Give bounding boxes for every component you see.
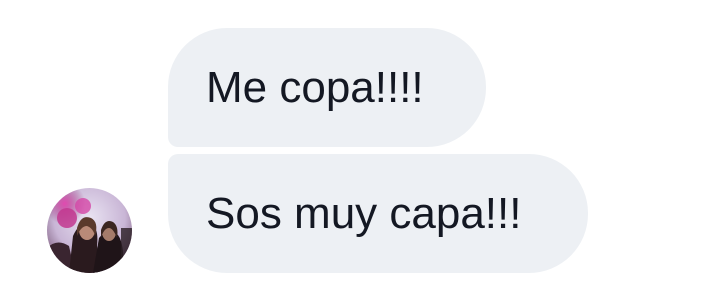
message-text: Sos muy capa!!! — [206, 188, 522, 238]
message-bubble[interactable]: Sos muy capa!!! — [168, 154, 588, 273]
message-text: Me copa!!!! — [206, 62, 424, 112]
avatar-icon[interactable] — [47, 188, 132, 273]
message-thread: Me copa!!!! Sos muy capa!!! — [0, 0, 708, 298]
message-bubble[interactable]: Me copa!!!! — [168, 28, 486, 147]
avatar-photo — [47, 188, 132, 273]
